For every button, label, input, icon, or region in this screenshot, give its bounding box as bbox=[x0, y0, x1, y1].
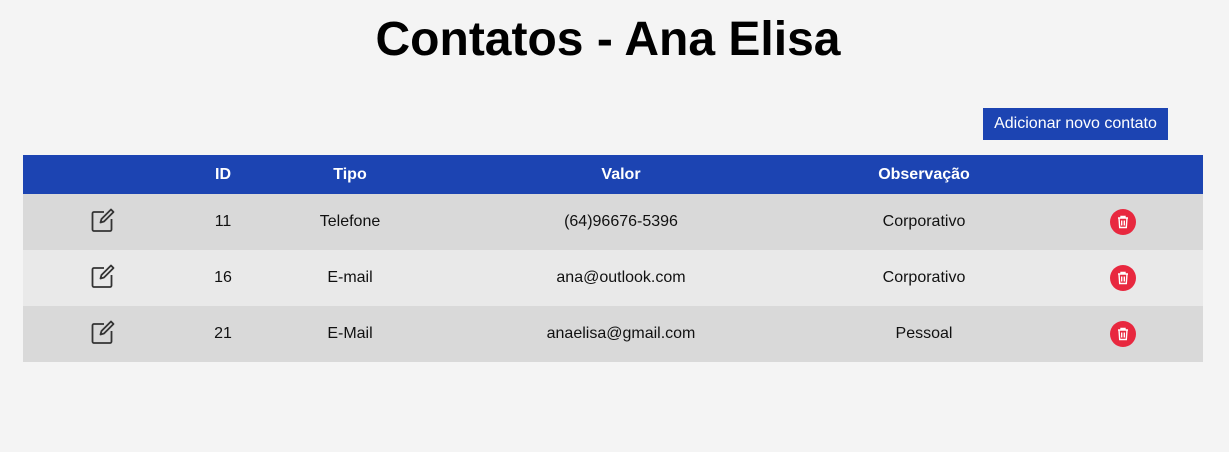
id-cell: 11 bbox=[183, 194, 263, 250]
edit-icon[interactable] bbox=[90, 319, 116, 350]
contacts-table: ID Tipo Valor Observação 11 Telefone (64… bbox=[23, 155, 1203, 362]
header-delete bbox=[1043, 155, 1203, 194]
header-valor: Valor bbox=[437, 155, 805, 194]
header-observacao: Observação bbox=[805, 155, 1043, 194]
edit-icon[interactable] bbox=[90, 207, 116, 238]
header-id: ID bbox=[183, 155, 263, 194]
edit-cell bbox=[23, 250, 183, 306]
header-tipo: Tipo bbox=[263, 155, 437, 194]
table-row: 11 Telefone (64)96676-5396 Corporativo bbox=[23, 194, 1203, 250]
delete-cell bbox=[1043, 250, 1203, 306]
edit-icon[interactable] bbox=[90, 263, 116, 294]
valor-cell: ana@outlook.com bbox=[437, 250, 805, 306]
delete-cell bbox=[1043, 306, 1203, 362]
valor-cell: (64)96676-5396 bbox=[437, 194, 805, 250]
page-title: Contatos - Ana Elisa bbox=[375, 13, 841, 66]
observacao-cell: Pessoal bbox=[805, 306, 1043, 362]
table-header: ID Tipo Valor Observação bbox=[23, 155, 1203, 194]
id-cell: 21 bbox=[183, 306, 263, 362]
delete-cell bbox=[1043, 194, 1203, 250]
tipo-cell: E-Mail bbox=[263, 306, 437, 362]
observacao-cell: Corporativo bbox=[805, 194, 1043, 250]
table-row: 21 E-Mail anaelisa@gmail.com Pessoal bbox=[23, 306, 1203, 362]
edit-cell bbox=[23, 194, 183, 250]
trash-icon[interactable] bbox=[1110, 209, 1136, 235]
tipo-cell: Telefone bbox=[263, 194, 437, 250]
header-edit bbox=[23, 155, 183, 194]
valor-cell: anaelisa@gmail.com bbox=[437, 306, 805, 362]
tipo-cell: E-mail bbox=[263, 250, 437, 306]
trash-icon[interactable] bbox=[1110, 321, 1136, 347]
observacao-cell: Corporativo bbox=[805, 250, 1043, 306]
table-row: 16 E-mail ana@outlook.com Corporativo bbox=[23, 250, 1203, 306]
edit-cell bbox=[23, 306, 183, 362]
trash-icon[interactable] bbox=[1110, 265, 1136, 291]
add-contact-button[interactable]: Adicionar novo contato bbox=[983, 108, 1168, 140]
id-cell: 16 bbox=[183, 250, 263, 306]
